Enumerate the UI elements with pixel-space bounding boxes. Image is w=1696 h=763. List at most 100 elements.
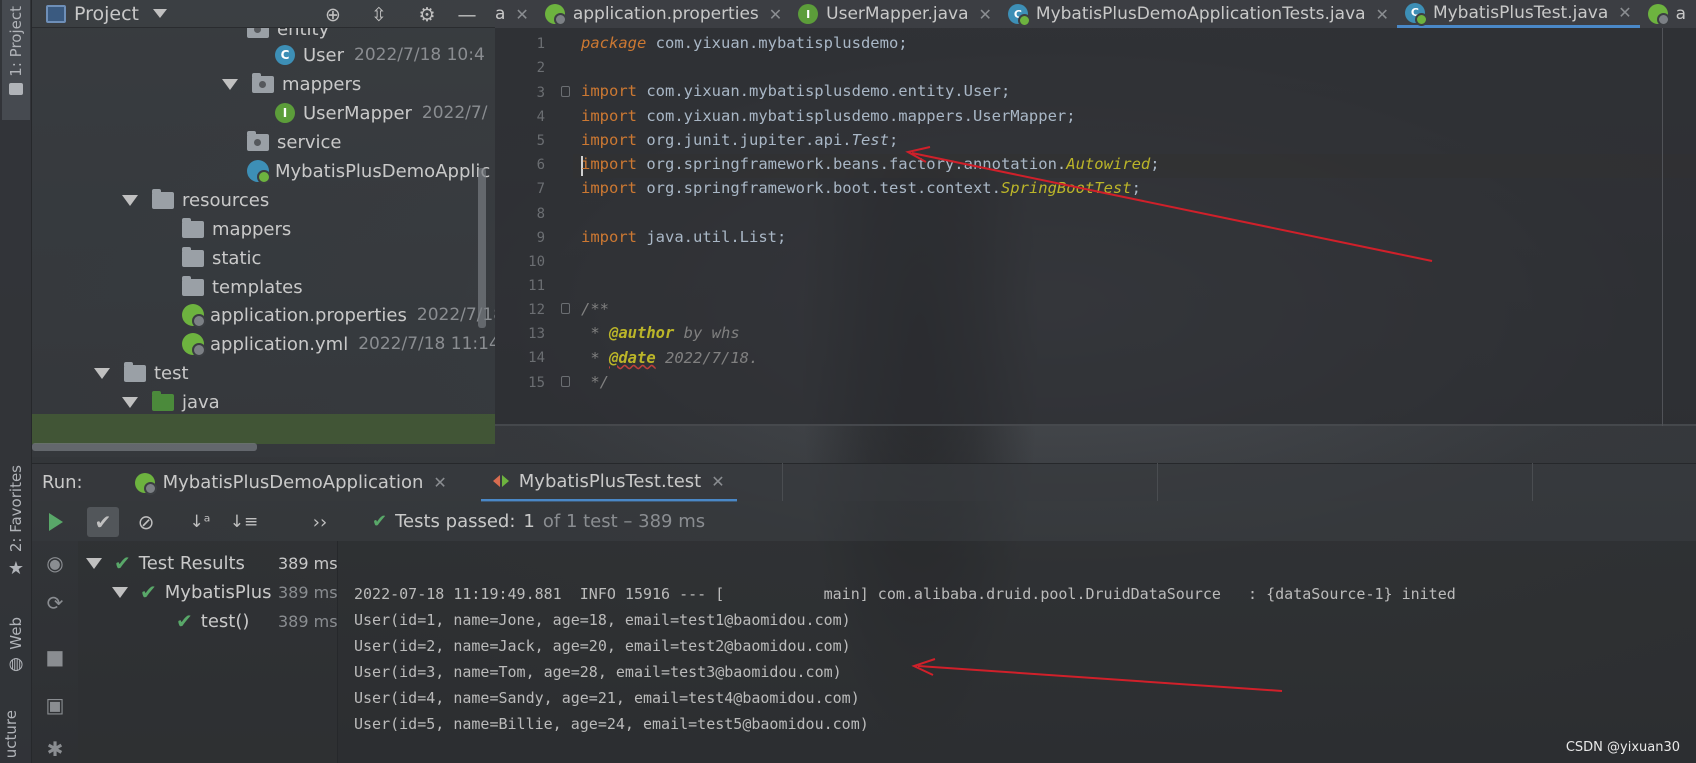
code-editor[interactable]: 1 2 3 4 5 6 7 8 9 10 11 12 13 14 15 pack… — [495, 28, 1696, 426]
close-icon[interactable]: ✕ — [711, 472, 724, 491]
expand-arrow-icon[interactable] — [122, 194, 138, 206]
tree-node-test[interactable]: test — [94, 358, 189, 388]
tab-label: UserMapper.java — [826, 4, 969, 24]
tree-node-templates[interactable]: templates — [182, 272, 303, 302]
close-icon[interactable]: ✕ — [979, 5, 992, 24]
folder-icon — [9, 82, 23, 95]
run-tab-application[interactable]: MybatisPlusDemoApplication ✕ — [123, 464, 459, 502]
test-source-folder-icon — [152, 390, 174, 411]
tab-truncated-left[interactable]: a ✕ — [495, 0, 537, 28]
expand-arrow-icon[interactable] — [94, 367, 110, 379]
close-icon[interactable]: ✕ — [1618, 3, 1631, 22]
tree-node-meta: 2022/7/18 11:14, 3 — [358, 334, 495, 354]
locate-icon[interactable]: ⊕ — [322, 4, 344, 26]
tree-node-label: test — [154, 362, 189, 384]
code-line-1: package com.yixuan.mybatisplusdemo; — [581, 34, 908, 52]
rerun-button[interactable] — [40, 507, 72, 537]
tab-mybatisplustest[interactable]: C MybatisPlusTest.java ✕ — [1396, 0, 1640, 28]
tab-application-properties[interactable]: application.properties ✕ — [537, 0, 790, 28]
ignored-icon: ⊘ — [137, 510, 155, 534]
run-panel-header: Run: MybatisPlusDemoApplication ✕ Mybati… — [32, 463, 1696, 502]
project-panel-title[interactable]: Project — [74, 3, 139, 25]
run-header-divider — [1532, 463, 1533, 501]
structure-tool-tab[interactable]: ucture — [2, 705, 30, 763]
web-tool-tab[interactable]: Web ◍ — [2, 617, 30, 687]
tree-node-application-yml[interactable]: application.yml 2022/7/18 11:14, 3 — [182, 329, 495, 359]
console-output[interactable]: 2022-07-18 11:19:49.881 INFO 15916 --- [… — [338, 541, 1696, 763]
test-status-count: 1 — [523, 511, 535, 532]
line-number: 13 — [528, 326, 545, 342]
tree-node-java[interactable]: java — [122, 387, 220, 417]
tree-node-application-class[interactable]: MybatisPlusDemoApplic — [247, 156, 490, 186]
minimize-icon[interactable]: — — [456, 4, 478, 26]
gear-icon[interactable]: ⚙ — [416, 4, 438, 26]
editor-tab-bar: a ✕ application.properties ✕ I UserMappe… — [495, 0, 1696, 28]
tree-node-meta: 2022/7/18 10:4 — [354, 45, 485, 65]
tree-node-user[interactable]: C User 2022/7/18 10:4 — [275, 40, 485, 70]
close-icon[interactable]: ✕ — [433, 473, 446, 492]
tree-node-mappers-folder[interactable]: mappers — [182, 214, 291, 244]
fold-marker-icon[interactable] — [561, 86, 570, 97]
camera-icon[interactable]: ◉ — [44, 551, 66, 575]
sort-alphabetically-button[interactable]: ↓ᵃ — [184, 507, 216, 537]
tree-node-usermapper[interactable]: I UserMapper 2022/7/ — [275, 98, 487, 128]
tab-application-tests[interactable]: C MybatisPlusDemoApplicationTests.java ✕ — [1000, 0, 1397, 28]
test-status: ✔ Tests passed: 1 of 1 test – 389 ms — [372, 511, 705, 532]
test-status-label: Tests passed: — [395, 511, 516, 532]
right-margin-guide — [1662, 28, 1663, 426]
close-icon[interactable]: ✕ — [1376, 5, 1389, 24]
refresh-icon[interactable]: ⟳ — [44, 591, 66, 615]
expand-arrow-icon[interactable] — [122, 396, 138, 408]
expand-arrow-icon[interactable] — [86, 557, 102, 569]
favorites-tool-tab[interactable]: 2: Favorites ★ — [2, 465, 30, 590]
tab-label: MybatisPlusDemoApplicationTests.java — [1035, 4, 1366, 24]
tree-node-label: service — [277, 131, 342, 153]
test-node-class[interactable]: ✔ MybatisPlus — [112, 577, 271, 607]
tab-label: MybatisPlusTest.java — [1432, 2, 1609, 23]
tree-node-application-properties[interactable]: application.properties 2022/7/18 1 — [182, 300, 495, 330]
fold-marker-icon[interactable] — [561, 376, 570, 387]
close-icon[interactable]: ✕ — [769, 5, 782, 24]
project-scrollbar-horizontal[interactable] — [32, 443, 257, 451]
snapshot-icon[interactable]: ▣ — [44, 693, 66, 717]
test-results-tree: ✔ Test Results 389 ms ✔ MybatisPlus 389 … — [78, 541, 338, 763]
sort-alpha-icon: ↓ᵃ — [189, 512, 211, 532]
tab-usermapper[interactable]: I UserMapper.java ✕ — [790, 0, 1000, 28]
test-node-label: Test Results — [138, 552, 245, 574]
line-number: 1 — [536, 36, 545, 52]
code-line-12: /** — [581, 300, 609, 318]
run-tab-test[interactable]: MybatisPlusTest.test ✕ — [480, 464, 737, 502]
test-node-label: MybatisPlus — [164, 581, 272, 603]
test-node-time: 389 ms — [278, 582, 338, 602]
expand-arrow-icon[interactable] — [222, 78, 238, 90]
console-line: User(id=5, name=Billie, age=24, email=te… — [354, 715, 869, 733]
spring-config-icon — [182, 333, 206, 357]
tree-node-service[interactable]: service — [247, 127, 341, 157]
tree-node-mappers[interactable]: mappers — [222, 69, 361, 99]
show-passed-toggle[interactable]: ✔ — [87, 507, 119, 537]
show-ignored-toggle[interactable]: ⊘ — [130, 507, 162, 537]
line-number: 8 — [536, 206, 545, 222]
test-node-method[interactable]: ✔ test() — [176, 606, 249, 636]
close-icon[interactable]: ✕ — [515, 5, 528, 24]
stop-icon[interactable]: ■ — [44, 645, 66, 669]
console-line: User(id=2, name=Jack, age=20, email=test… — [354, 637, 851, 655]
fold-marker-icon[interactable] — [561, 303, 570, 314]
overflow-chevron-icon: ›› — [312, 511, 328, 533]
project-tree: entity C User 2022/7/18 10:4 mappers I U… — [32, 28, 495, 457]
chevron-down-icon[interactable] — [153, 9, 168, 18]
test-node-time: 389 ms — [278, 553, 338, 573]
test-node-results[interactable]: ✔ Test Results — [86, 548, 245, 578]
code-line-5: import org.junit.jupiter.api.Test; — [581, 131, 899, 149]
settings-icon[interactable]: ✱ — [44, 737, 66, 761]
tab-truncated-right[interactable]: a — [1640, 0, 1694, 28]
tree-node-static[interactable]: static — [182, 243, 261, 273]
tree-node-label: templates — [212, 276, 303, 298]
collapse-icon[interactable]: ⇳ — [368, 4, 390, 26]
sort-by-duration-button[interactable]: ↓≡ — [228, 507, 260, 537]
more-actions-button[interactable]: ›› — [304, 507, 336, 537]
tree-node-resources[interactable]: resources — [122, 185, 269, 215]
project-tool-tab[interactable]: 1: Project — [2, 0, 30, 120]
expand-arrow-icon[interactable] — [112, 586, 128, 598]
project-scrollbar-vertical[interactable] — [478, 168, 486, 328]
